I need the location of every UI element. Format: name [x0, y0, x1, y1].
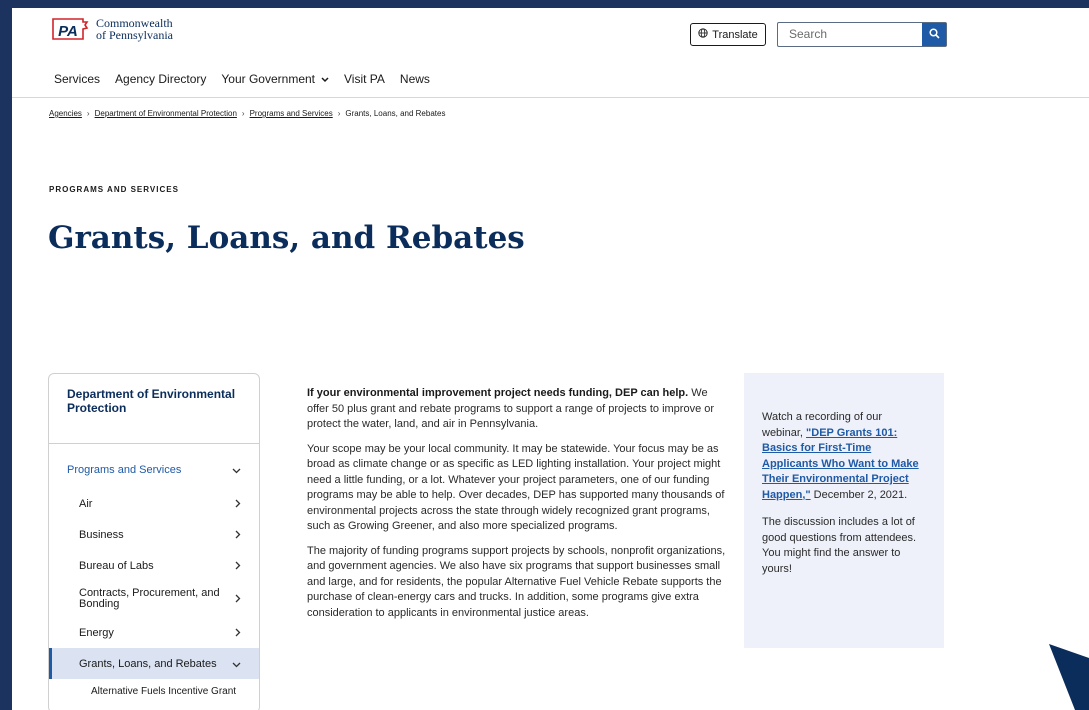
- main-content: If your environmental improvement projec…: [307, 386, 727, 630]
- search-icon: [928, 26, 940, 44]
- chevron-down-icon: [232, 657, 241, 671]
- sidebar-item-programs-and-services[interactable]: Programs and Services: [49, 452, 259, 488]
- nav-label: Visit PA: [344, 72, 385, 86]
- translate-button[interactable]: Translate: [690, 23, 766, 46]
- sidebar-item-air[interactable]: Air: [49, 488, 259, 519]
- page-title: Grants, Loans, and Rebates: [48, 220, 525, 256]
- sidebar-nav: Department of Environmental Protection P…: [48, 373, 260, 710]
- nav-item-agency-directory[interactable]: Agency Directory: [115, 72, 206, 86]
- sidebar-item-business[interactable]: Business: [49, 519, 259, 550]
- breadcrumb: Agencies › Department of Environmental P…: [49, 109, 445, 118]
- brand-line-2: of Pennsylvania: [96, 28, 173, 42]
- pa-logo-text: Commonwealth of Pennsylvania: [96, 17, 173, 41]
- search-box: Search: [777, 22, 947, 47]
- nav-item-services[interactable]: Services: [54, 72, 100, 86]
- main-nav: Services Agency Directory Your Governmen…: [12, 56, 1089, 98]
- sidebar-item-bureau-of-labs[interactable]: Bureau of Labs: [49, 550, 259, 581]
- chevron-right-icon: [235, 528, 241, 542]
- breadcrumb-link-dep[interactable]: Department of Environmental Protection: [95, 109, 237, 118]
- breadcrumb-current: Grants, Loans, and Rebates: [345, 109, 446, 118]
- nav-label: Agency Directory: [115, 72, 207, 86]
- sidebar-item-label: Business: [79, 528, 124, 541]
- intro-paragraph: If your environmental improvement projec…: [307, 386, 727, 433]
- sidebar-item-label: Grants, Loans, and Rebates: [79, 657, 217, 670]
- browser-viewport: PA Commonwealth of Pennsylvania Translat…: [12, 8, 1089, 710]
- breadcrumb-separator-icon: ›: [86, 109, 90, 118]
- nav-item-news[interactable]: News: [400, 72, 430, 86]
- nav-label: News: [399, 72, 430, 86]
- sidebar-item-label: Programs and Services: [67, 464, 182, 476]
- breadcrumb-link-programs[interactable]: Programs and Services: [250, 109, 333, 118]
- body-paragraph: The majority of funding programs support…: [307, 544, 726, 619]
- sidebar-item-energy[interactable]: Energy: [49, 617, 259, 648]
- site-header: PA Commonwealth of Pennsylvania Translat…: [12, 8, 1089, 56]
- search-button[interactable]: [922, 23, 946, 46]
- callout-paragraph: Watch a recording of our webinar, "DEP G…: [762, 410, 926, 503]
- sidebar-title[interactable]: Department of Environmental Protection: [49, 374, 259, 444]
- chevron-right-icon: [235, 559, 241, 573]
- pa-logo-mark: PA: [50, 16, 90, 42]
- nav-item-visit-pa[interactable]: Visit PA: [344, 72, 385, 86]
- chevron-right-icon: [235, 594, 241, 605]
- chevron-right-icon: [235, 497, 241, 511]
- webinar-callout: Watch a recording of our webinar, "DEP G…: [744, 373, 944, 648]
- pa-logo[interactable]: PA Commonwealth of Pennsylvania: [50, 16, 173, 42]
- sidebar-item-label: Bureau of Labs: [79, 559, 154, 572]
- page-eyebrow: PROGRAMS AND SERVICES: [49, 185, 179, 194]
- body-paragraph: Your scope may be your local community. …: [307, 442, 725, 533]
- pa-logo-letters: PA: [58, 23, 78, 40]
- breadcrumb-link-agencies[interactable]: Agencies: [49, 109, 82, 118]
- chevron-right-icon: [235, 626, 241, 640]
- sidebar-item-label: Air: [79, 497, 93, 510]
- sidebar-subitem-alt-fuels[interactable]: Alternative Fuels Incentive Grant: [49, 679, 259, 697]
- chevron-down-icon: [232, 463, 241, 477]
- nav-label: Your Government: [221, 72, 315, 86]
- callout-paragraph: The discussion includes a lot of good qu…: [762, 516, 917, 575]
- search-input[interactable]: Search: [778, 23, 922, 46]
- translate-label: Translate: [712, 28, 758, 41]
- nav-item-your-government[interactable]: Your Government: [221, 72, 329, 86]
- sidebar-item-grants-loans-rebates[interactable]: Grants, Loans, and Rebates: [49, 648, 259, 679]
- sidebar-item-contracts[interactable]: Contracts, Procurement, and Bonding: [49, 581, 259, 617]
- sidebar-item-label: Contracts, Procurement, and Bonding: [79, 587, 220, 610]
- callout-date: December 2, 2021.: [810, 488, 908, 501]
- breadcrumb-separator-icon: ›: [241, 109, 245, 118]
- corner-decoration: [1049, 644, 1089, 710]
- chevron-down-icon: [321, 72, 329, 86]
- intro-bold: If your environmental improvement projec…: [307, 387, 689, 399]
- globe-icon: [698, 28, 708, 41]
- sidebar-item-label: Energy: [79, 626, 114, 639]
- breadcrumb-separator-icon: ›: [337, 109, 341, 118]
- nav-label: Services: [54, 72, 101, 86]
